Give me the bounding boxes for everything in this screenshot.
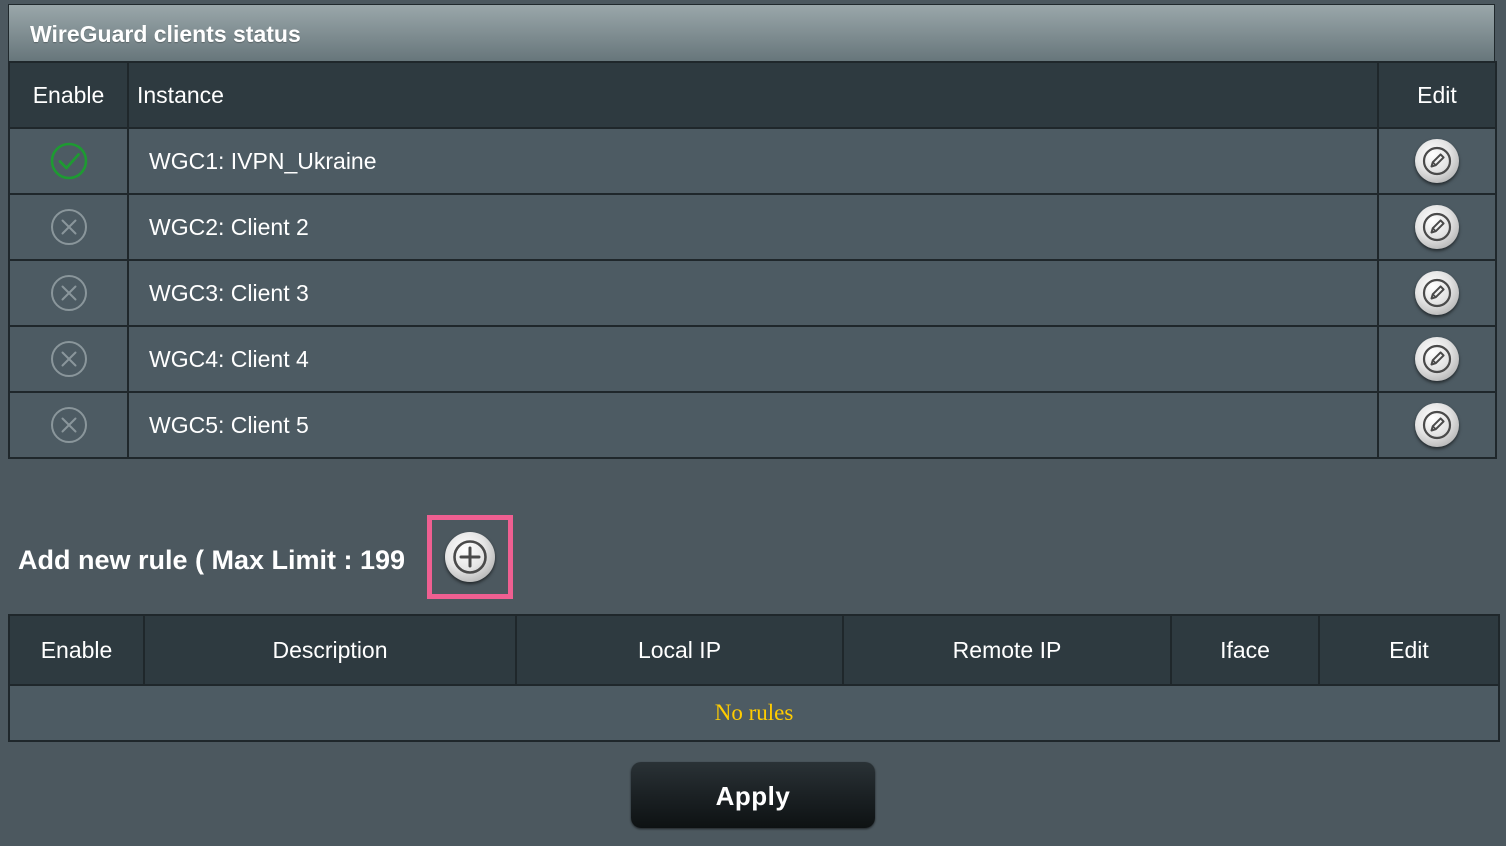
edit-button[interactable] xyxy=(1415,139,1459,183)
edit-cell xyxy=(1377,391,1497,459)
x-circle-icon[interactable] xyxy=(49,339,89,379)
column-header-instance: Instance xyxy=(127,61,1379,129)
add-rule-button[interactable] xyxy=(445,532,495,582)
edit-cell xyxy=(1377,325,1497,393)
apply-button[interactable]: Apply xyxy=(631,762,875,828)
pencil-icon xyxy=(1422,344,1452,374)
x-circle-icon[interactable] xyxy=(49,273,89,313)
column-header-enable: Enable xyxy=(8,614,145,686)
column-header-iface: Iface xyxy=(1170,614,1320,686)
enable-cell xyxy=(8,259,129,327)
instance-name: WGC2: Client 2 xyxy=(127,193,1379,261)
rules-table: Enable Description Local IP Remote IP If… xyxy=(8,614,1500,742)
table-row: WGC2: Client 2 xyxy=(8,193,1497,261)
pencil-icon xyxy=(1422,146,1452,176)
column-header-edit: Edit xyxy=(1318,614,1500,686)
table-row: WGC4: Client 4 xyxy=(8,325,1497,393)
instance-name: WGC3: Client 3 xyxy=(127,259,1379,327)
instance-name: WGC1: IVPN_Ukraine xyxy=(127,127,1379,195)
enable-cell xyxy=(8,193,129,261)
table-row: WGC1: IVPN_Ukraine xyxy=(8,127,1497,195)
edit-cell xyxy=(1377,127,1497,195)
check-circle-icon[interactable] xyxy=(49,141,89,181)
edit-button[interactable] xyxy=(1415,403,1459,447)
column-header-edit: Edit xyxy=(1377,61,1497,129)
rules-table-wrapper: Enable Description Local IP Remote IP If… xyxy=(8,614,1500,742)
column-header-remote-ip: Remote IP xyxy=(842,614,1172,686)
instance-name: WGC5: Client 5 xyxy=(127,391,1379,459)
wireguard-status-panel: WireGuard clients status Enable Instance… xyxy=(8,4,1497,459)
x-circle-icon[interactable] xyxy=(49,207,89,247)
column-header-description: Description xyxy=(143,614,517,686)
status-table-header: Enable Instance Edit xyxy=(8,61,1497,129)
edit-button[interactable] xyxy=(1415,271,1459,315)
edit-cell xyxy=(1377,259,1497,327)
x-circle-icon[interactable] xyxy=(49,405,89,445)
enable-cell xyxy=(8,127,129,195)
plus-circle-icon xyxy=(453,540,487,574)
no-rules-message: No rules xyxy=(8,684,1500,742)
edit-button[interactable] xyxy=(1415,337,1459,381)
edit-button[interactable] xyxy=(1415,205,1459,249)
enable-cell xyxy=(8,325,129,393)
pencil-icon xyxy=(1422,410,1452,440)
edit-cell xyxy=(1377,193,1497,261)
column-header-local-ip: Local IP xyxy=(515,614,844,686)
instance-name: WGC4: Client 4 xyxy=(127,325,1379,393)
panel-title: WireGuard clients status xyxy=(8,4,1495,61)
empty-row: No rules xyxy=(8,684,1500,742)
add-rule-label: Add new rule ( Max Limit : 199 xyxy=(18,545,406,575)
rules-table-header: Enable Description Local IP Remote IP If… xyxy=(8,614,1500,686)
enable-cell xyxy=(8,391,129,459)
table-row: WGC5: Client 5 xyxy=(8,391,1497,459)
pencil-icon xyxy=(1422,278,1452,308)
table-row: WGC3: Client 3 xyxy=(8,259,1497,327)
clients-status-table: Enable Instance Edit WGC1: IVPN_Ukraine xyxy=(8,61,1497,459)
column-header-enable: Enable xyxy=(8,61,129,129)
add-rule-highlight xyxy=(427,515,513,599)
pencil-icon xyxy=(1422,212,1452,242)
